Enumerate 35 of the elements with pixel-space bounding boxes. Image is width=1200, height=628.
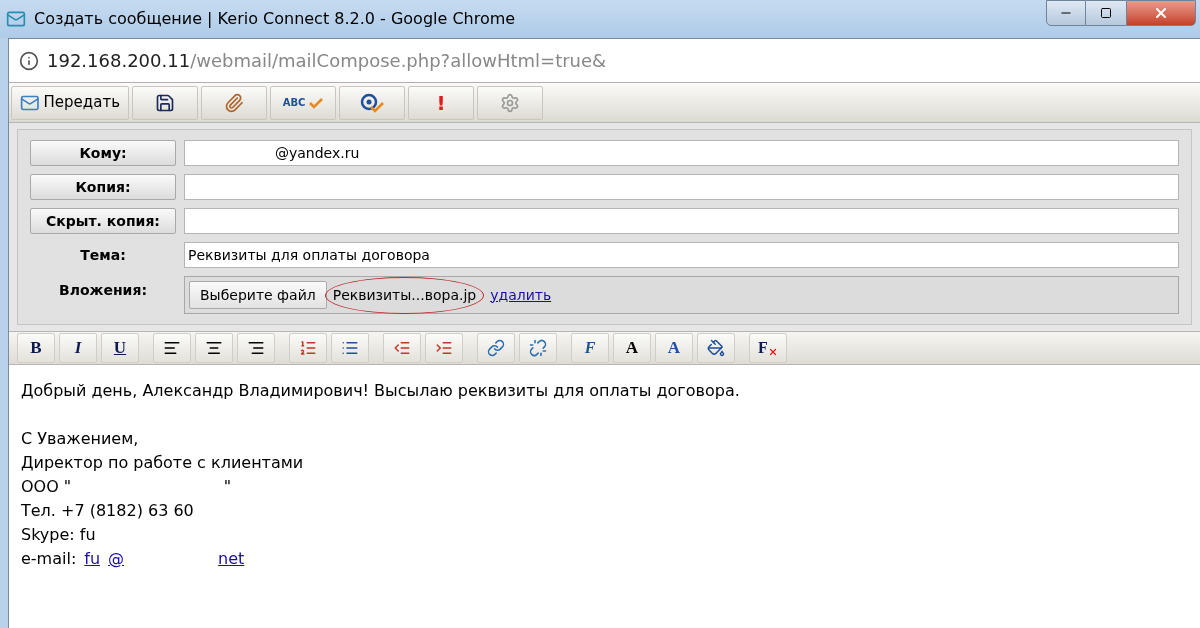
address-bar[interactable]: 192.168.200.11/webmail/mailCompose.php?allowHtml=true& xyxy=(9,39,1200,83)
choose-file-button[interactable]: Выберите файл xyxy=(189,281,327,309)
email-label: e-mail: xyxy=(21,548,77,570)
file-name: Реквизиты...вора.jp xyxy=(332,286,477,303)
recipient-button[interactable]: Кому: xyxy=(30,140,176,166)
email-link[interactable]: net xyxy=(218,547,245,571)
body-text: ООО " " xyxy=(21,476,233,498)
abc-label: ABC xyxy=(282,97,306,108)
email-link[interactable]: @ xyxy=(108,547,171,571)
email-link[interactable]: fu xyxy=(84,547,101,571)
send-button[interactable]: Передать xyxy=(11,85,129,120)
to-field[interactable]: @yandex.ru xyxy=(184,140,1179,166)
message-body[interactable]: Добрый день, Александр Владимирович! Высылаю реквизиты для оплаты договора. С Уважением, Директор по работе с клиентами ООО " " Тел. +7 (8182) 63 60 Skype: fu e-mail: fu @ net xyxy=(9,365,1200,628)
window-title: Создать сообщение | Kerio Connect 8.2.0 - Google Chrome xyxy=(34,8,516,30)
url-text: 192.168.200.11/webmail/mailCompose.php?allowHtml=true& xyxy=(47,49,607,73)
spell-check-button[interactable]: ABC xyxy=(270,85,336,120)
underline-button[interactable]: U xyxy=(101,333,139,363)
attachments-label: Вложения: xyxy=(57,280,148,300)
bold-button[interactable]: B xyxy=(17,333,55,363)
body-text: С Уважением, xyxy=(21,428,140,450)
italic-button[interactable]: I xyxy=(59,333,97,363)
recipient-button[interactable]: Копия: xyxy=(30,174,176,200)
clear-format-button[interactable]: F xyxy=(749,333,787,363)
font-size-button[interactable]: A xyxy=(613,333,651,363)
body-text: Директор по работе с клиентами xyxy=(21,452,305,474)
text-color-button[interactable]: A xyxy=(655,333,693,363)
remove-link[interactable]: удалить xyxy=(490,284,552,306)
body-text: Тел. +7 (8182) 63 60 xyxy=(21,500,195,522)
subject-field[interactable]: Реквизиты для оплаты договора xyxy=(184,242,1179,268)
recipient-button[interactable]: Скрыт. копия: xyxy=(30,208,176,234)
font-button[interactable]: F xyxy=(571,333,609,363)
priority-button[interactable]: ! xyxy=(408,85,474,120)
body-text: Добрый день, Александр Владимирович! Высылаю реквизиты для оплаты договора. xyxy=(21,380,741,402)
subject-label: Тема: xyxy=(79,245,127,265)
body-text: Skype: fu xyxy=(21,524,97,546)
